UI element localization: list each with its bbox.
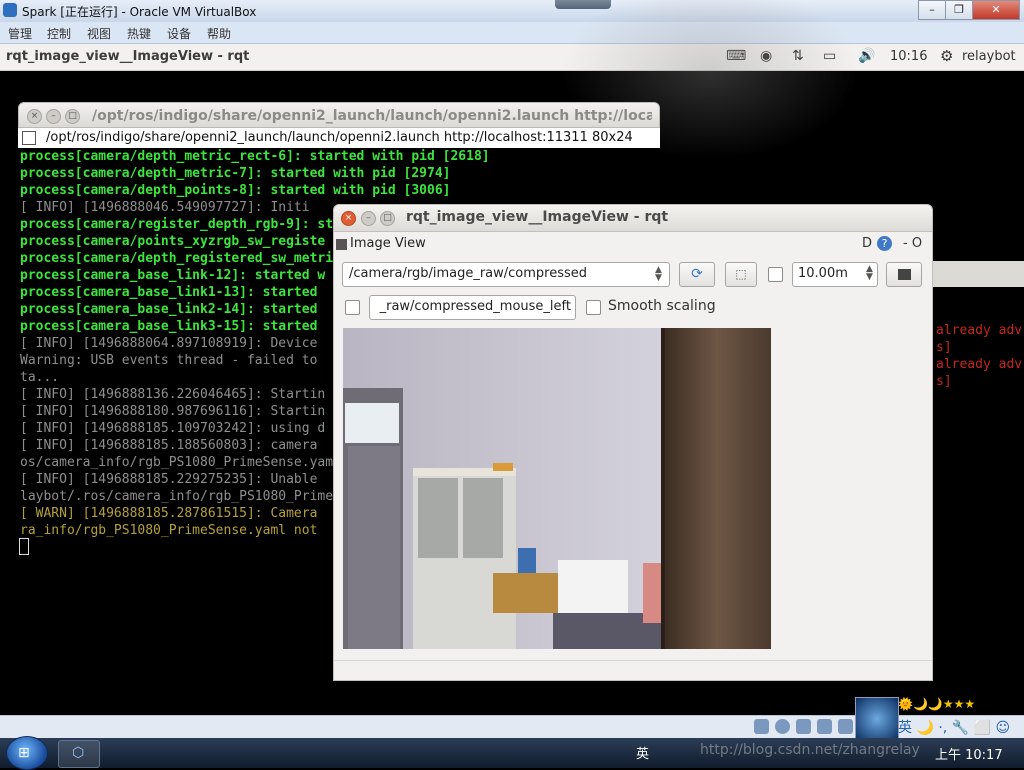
panel-clock[interactable]: 10:16 <box>890 49 927 64</box>
terminal-line: [ INFO] [1496888185.109703242]: using d <box>20 421 326 436</box>
terminal-line: [ WARN] [1496888185.287861515]: Camera <box>20 506 318 521</box>
topic-dropdown-value: /camera/rgb/image_raw/compressed <box>349 266 588 281</box>
terminal-line: [ INFO] [1496888180.987696116]: Startin <box>20 404 326 419</box>
watermark-text: http://blog.csdn.net/zhangrelay <box>700 742 920 758</box>
ime-status-row[interactable]: 🌞🌙🌙★★★ <box>898 697 975 711</box>
terminal-line: [ INFO] [1496888064.897108919]: Device <box>20 336 318 351</box>
bg-terminal-line: already adv <box>936 323 1023 338</box>
terminal-line: process[camera/points_xyzrgb_sw_registe <box>20 234 326 249</box>
dynamic-range-checkbox[interactable] <box>768 267 783 282</box>
terminal-line: [ INFO] [1496888185.229275235]: Unable <box>20 472 318 487</box>
menu-help[interactable]: 帮助 <box>207 25 231 42</box>
camera-scene <box>343 328 771 649</box>
rqt-maximize-button[interactable]: □ <box>380 211 395 226</box>
publish-mouse-checkbox[interactable] <box>345 300 360 315</box>
taskbar-virtualbox-button[interactable]: ⬡ <box>58 740 100 768</box>
menu-manage[interactable]: 管理 <box>8 25 32 42</box>
mouse-topic-value: _raw/compressed_mouse_left <box>379 299 571 314</box>
terminal-maximize-button[interactable]: □ <box>65 109 80 124</box>
terminal-line: [ INFO] [1496888185.188560803]: camera <box>20 438 318 453</box>
terminal-line: process[camera/depth_registered_sw_metri <box>20 251 334 266</box>
active-app-title: rqt_image_view__ImageView - rqt <box>6 49 250 64</box>
terminal-line: process[camera_base_link2-14]: started <box>20 302 318 317</box>
terminal-tab-icon[interactable] <box>22 131 36 145</box>
terminal-line: process[camera_base_link1-13]: started <box>20 285 318 300</box>
ime-skin-icon[interactable] <box>855 697 899 741</box>
topic-dropdown[interactable]: /camera/rgb/image_raw/compressed <box>342 262 670 287</box>
max-depth-value: 10.00m <box>798 266 848 281</box>
rqt-close-button[interactable]: × <box>341 211 356 226</box>
virtualbox-cube-icon: ⬡ <box>72 745 85 761</box>
refresh-topics-button[interactable]: ⟳ <box>679 262 715 287</box>
terminal-line: process[camera/depth_points-8]: started … <box>20 183 451 198</box>
terminal-line: process[camera/depth_metric-7]: started … <box>20 166 451 181</box>
rqt-status-divider <box>334 660 932 661</box>
virtualbox-window-title: Spark [正在运行] - Oracle VM VirtualBox <box>22 5 257 19</box>
menu-hotkeys[interactable]: 热键 <box>127 25 151 42</box>
terminal-line: [ INFO] [1496888136.226046465]: Startin <box>20 387 326 402</box>
close-button[interactable]: ✕ <box>972 0 1020 20</box>
plugin-title: Image View <box>350 236 426 251</box>
help-icon[interactable]: ? <box>877 236 892 251</box>
smooth-scaling-checkbox[interactable] <box>586 300 601 315</box>
menu-view[interactable]: 视图 <box>87 25 111 42</box>
chevron-updown-icon: ▲ ▼ <box>655 265 662 283</box>
usb-icon[interactable] <box>796 719 811 734</box>
terminal-window-title: /opt/ros/indigo/share/openni2_launch/lau… <box>92 108 652 124</box>
network-icon[interactable] <box>838 719 853 734</box>
plugin-window-controls[interactable]: - O <box>903 236 922 251</box>
terminal-close-button[interactable]: × <box>27 109 42 124</box>
camera-image[interactable] <box>343 328 771 649</box>
plugin-dock-button[interactable]: D <box>862 236 872 251</box>
minimize-button[interactable]: – <box>918 0 946 20</box>
terminal-line: os/camera_info/rgb_PS1080_PrimeSense.yam <box>20 455 334 470</box>
save-icon <box>898 269 911 280</box>
terminal-line: process[camera_base_link3-15]: started <box>20 319 318 334</box>
virtualbox-menubar <box>0 22 1024 44</box>
plugin-grip-icon[interactable] <box>336 239 347 250</box>
zoom-icon: ⬚ <box>735 267 747 281</box>
ime-toolbar[interactable]: 英 🌙 ·, 🔧 ⬜ ☺ <box>898 717 1010 737</box>
background-terminal-titlebar[interactable] <box>932 261 1024 287</box>
terminal-line: process[camera/depth_metric_rect-6]: sta… <box>20 149 490 164</box>
tray-language-indicator[interactable]: 英 <box>636 743 649 762</box>
spin-arrows-icon[interactable]: ▲ ▼ <box>866 265 873 282</box>
terminal-cursor <box>19 538 29 555</box>
terminal-line: Warning: USB events thread - failed to <box>20 353 318 368</box>
smooth-scaling-label: Smooth scaling <box>608 298 716 314</box>
maximize-button[interactable]: ❐ <box>945 0 973 20</box>
virtualbox-logo-icon <box>3 3 17 17</box>
rqt-minimize-button[interactable]: – <box>361 211 376 226</box>
menu-devices[interactable]: 设备 <box>167 25 191 42</box>
shared-folder-icon[interactable] <box>817 719 832 734</box>
disk-icon[interactable] <box>754 719 769 734</box>
windows-logo-icon: ⊞ <box>18 745 30 761</box>
refresh-icon: ⟳ <box>691 266 703 282</box>
tray-clock[interactable]: 上午 10:17 <box>935 744 1003 763</box>
bg-terminal-line: already adv <box>936 357 1023 372</box>
terminal-line: process[camera_base_link-12]: started w <box>20 268 326 283</box>
volume-icon[interactable]: 🔊 <box>858 48 875 64</box>
menu-control[interactable]: 控制 <box>47 25 71 42</box>
terminal-tab-label[interactable]: /opt/ros/indigo/share/openni2_launch/lau… <box>46 130 658 145</box>
bg-terminal-line: s] <box>936 374 952 389</box>
panel-user-name[interactable]: relaybot <box>962 49 1016 64</box>
terminal-line: ta... <box>20 370 60 385</box>
terminal-line: process[camera/register_depth_rgb-9]: st <box>20 217 334 232</box>
terminal-minimize-button[interactable]: – <box>46 109 61 124</box>
terminal-line: ra_info/rgb_PS1080_PrimeSense.yaml not <box>20 523 318 538</box>
cd-icon[interactable] <box>775 719 790 734</box>
zoom-1-button[interactable]: ⬚ <box>725 262 757 287</box>
terminal-line: [ INFO] [1496888046.549097727]: Initi <box>20 200 310 215</box>
terminal-line: laybot/.ros/camera_info/rgb_PS1080_Prime <box>20 489 334 504</box>
mouse-topic-input[interactable]: _raw/compressed_mouse_left <box>369 295 576 320</box>
bg-terminal-line: s] <box>936 340 952 355</box>
gear-icon[interactable]: ⚙ <box>940 47 953 65</box>
rqt-window-title: rqt_image_view__ImageView - rqt <box>406 209 669 225</box>
save-image-button[interactable] <box>886 262 922 287</box>
